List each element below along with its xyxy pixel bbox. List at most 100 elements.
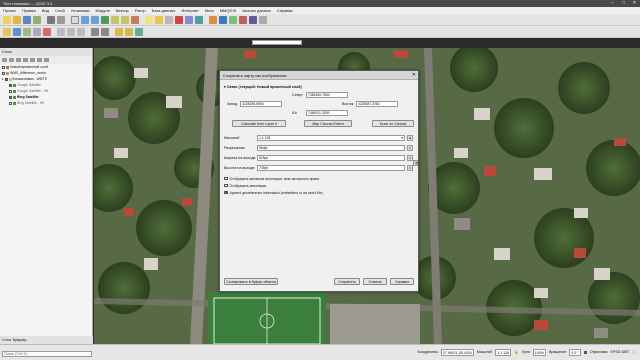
link-ratio-icon[interactable]: ⛓ <box>413 160 418 166</box>
plugin-icon-4[interactable] <box>259 16 267 24</box>
north-field[interactable]: 7485180.7854 <box>306 92 348 98</box>
tab-browser[interactable]: Браузер <box>13 336 27 344</box>
draw-annotations-copyright-checkbox[interactable]: Отображать активные аннотации: знак авто… <box>224 176 319 181</box>
copy-icon[interactable] <box>67 28 75 36</box>
menu-web[interactable]: Интернет <box>181 7 198 14</box>
add-feature-icon[interactable] <box>23 28 31 36</box>
edit-toggle-icon[interactable] <box>3 28 11 36</box>
menu-edit[interactable]: Правка <box>22 7 36 14</box>
menu-plugins[interactable]: Модули <box>96 7 110 14</box>
locator-search-input[interactable]: Поиск (Ctrl+K) <box>2 351 92 357</box>
map-tips-icon[interactable] <box>195 16 203 24</box>
checkbox-box[interactable] <box>224 183 228 188</box>
snapping-icon[interactable] <box>135 28 143 36</box>
menu-settings[interactable]: Установки <box>71 7 90 14</box>
zoom-in-icon[interactable] <box>81 16 89 24</box>
south-field[interactable]: 7484911.2539 <box>306 110 348 116</box>
menu-database[interactable]: База данных <box>152 7 176 14</box>
menu-mmqgis[interactable]: MMQGIS <box>220 7 237 14</box>
plugin-icon[interactable] <box>229 16 237 24</box>
refresh-icon[interactable] <box>131 16 139 24</box>
checkbox-box[interactable] <box>224 176 228 181</box>
layout-manager-icon[interactable] <box>57 16 65 24</box>
dialog-close-icon[interactable]: ✕ <box>412 71 416 80</box>
coordinate-field[interactable]: 37.96021,55.4334 <box>440 349 474 356</box>
cut-icon[interactable] <box>57 28 65 36</box>
open-project-icon[interactable] <box>13 16 21 24</box>
close-button[interactable]: ✕ <box>631 0 638 7</box>
menu-analysis[interactable]: Анализ данных <box>242 7 270 14</box>
new-project-icon[interactable] <box>3 16 11 24</box>
layer-checkbox[interactable] <box>2 71 5 75</box>
layer-item[interactable]: Bing Satellite - НК <box>0 100 92 106</box>
east-field[interactable]: 4228387.2082 <box>356 101 398 107</box>
pan-icon[interactable] <box>71 16 79 24</box>
expand-all-icon[interactable] <box>30 58 35 62</box>
identify-icon[interactable] <box>145 16 153 24</box>
menu-layer[interactable]: Слой <box>55 7 65 14</box>
paste-icon[interactable] <box>77 28 85 36</box>
maximize-button[interactable]: □ <box>620 0 627 7</box>
select-icon[interactable] <box>155 16 163 24</box>
height-field[interactable]: 749px <box>257 165 405 171</box>
resolution-spinner-icon[interactable]: ⇕ <box>407 145 413 151</box>
layer-checkbox[interactable] <box>9 101 12 105</box>
delete-feature-icon[interactable] <box>43 28 51 36</box>
add-group-icon[interactable] <box>9 58 14 62</box>
menu-raster[interactable]: Растр <box>135 7 146 14</box>
draw-annotations-checkbox[interactable]: Отображать аннотации <box>224 183 266 188</box>
menu-help[interactable]: Справка <box>277 7 293 14</box>
label-icon[interactable] <box>115 28 123 36</box>
processing-toolbox-icon[interactable] <box>219 16 227 24</box>
save-button[interactable]: Сохранить <box>334 278 360 285</box>
map-canvas-extent-button[interactable]: Map Canvas Extent <box>304 120 352 127</box>
save-as-icon[interactable] <box>33 16 41 24</box>
undo-icon[interactable] <box>91 28 99 36</box>
layer-checkbox[interactable] <box>9 95 12 99</box>
crs-button[interactable]: EPSG:3857 <box>611 349 630 356</box>
layer-checkbox[interactable] <box>9 89 12 93</box>
lock-scale-icon[interactable]: ⊞ <box>407 135 413 141</box>
west-field[interactable]: 4228198.6904 <box>240 101 282 107</box>
layer-checkbox[interactable] <box>9 83 12 87</box>
resolution-field[interactable]: 96dpi <box>257 145 405 151</box>
lock-icon[interactable]: 🔒 <box>514 349 518 356</box>
filter-legend-icon[interactable] <box>23 58 28 62</box>
print-layout-icon[interactable] <box>47 16 55 24</box>
save-project-icon[interactable] <box>23 16 31 24</box>
scale-slider[interactable] <box>252 40 302 45</box>
layer-checkbox[interactable] <box>2 65 5 69</box>
menu-mesh[interactable]: Меш <box>205 7 214 14</box>
remove-layer-icon[interactable] <box>44 58 49 62</box>
scale-status-field[interactable]: 1:1 128 <box>495 349 512 356</box>
magnifier-field[interactable]: 100% <box>532 349 546 356</box>
attribute-table-icon[interactable] <box>165 16 173 24</box>
append-georeference-checkbox[interactable]: Append georeference information (embedde… <box>224 190 323 195</box>
collapse-arrow-icon[interactable]: ▾ <box>2 76 4 82</box>
vertex-tool-icon[interactable] <box>33 28 41 36</box>
open-styling-icon[interactable] <box>2 58 7 62</box>
minimize-button[interactable]: – <box>609 0 616 7</box>
calculate-from-layer-button[interactable]: Calculate from Layer ▾ <box>232 120 286 127</box>
rotation-field[interactable]: 0,0 ° <box>569 349 581 356</box>
plugin-icon-3[interactable] <box>249 16 257 24</box>
copy-to-clipboard-button[interactable]: Скопировать в буфер обмена <box>224 278 278 285</box>
help-button[interactable]: Справка <box>390 278 414 285</box>
extent-group-title[interactable]: ▾ Охват (текущий: Новый временный слой) <box>224 85 302 89</box>
scale-combobox[interactable]: 1:1 128 ▾ <box>257 135 405 141</box>
menu-project[interactable]: Проект <box>3 7 16 14</box>
manage-themes-icon[interactable] <box>16 58 21 62</box>
checkbox-box[interactable] <box>224 190 228 195</box>
cancel-button[interactable]: Отмена <box>363 278 387 285</box>
zoom-out-icon[interactable] <box>91 16 99 24</box>
render-checkbox[interactable] <box>583 351 587 354</box>
draw-on-canvas-button[interactable]: Draw on Canvas <box>372 120 414 127</box>
zoom-selection-icon[interactable] <box>121 16 129 24</box>
collapse-all-icon[interactable] <box>37 58 42 62</box>
width-field[interactable]: 829px <box>257 155 405 161</box>
zoom-layer-icon[interactable] <box>111 16 119 24</box>
plugin-icon-2[interactable] <box>239 16 247 24</box>
messages-icon[interactable]: 💬 <box>633 349 637 356</box>
redo-icon[interactable] <box>101 28 109 36</box>
layer-checkbox[interactable] <box>4 77 8 81</box>
